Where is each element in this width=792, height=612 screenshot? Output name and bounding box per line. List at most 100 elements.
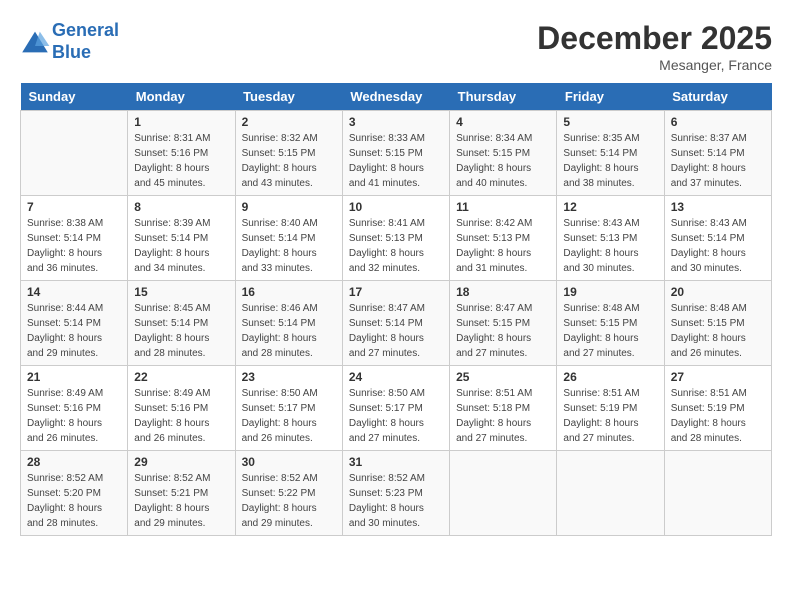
calendar-day-cell: 16 Sunrise: 8:46 AMSunset: 5:14 PMDayligh… [235, 281, 342, 366]
calendar-day-cell: 27Sunrise: 8:51 AMSunset: 5:19 PMDayligh… [664, 366, 771, 451]
calendar-day-cell: 26Sunrise: 8:51 AMSunset: 5:19 PMDayligh… [557, 366, 664, 451]
calendar-day-cell [21, 111, 128, 196]
header: General Blue December 2025 Mesanger, Fra… [20, 20, 772, 73]
day-info: Sunrise: 8:43 AMSunset: 5:13 PMDaylight:… [563, 216, 657, 276]
day-number: 9 [242, 200, 336, 214]
day-info: Sunrise: 8:40 AMSunset: 5:14 PMDaylight:… [242, 216, 336, 276]
calendar-day-cell: 15Sunrise: 8:45 AMSunset: 5:14 PMDayligh… [128, 281, 235, 366]
day-number: 13 [671, 200, 765, 214]
day-number: 28 [27, 455, 121, 469]
day-info: Sunrise: 8:52 AMSunset: 5:22 PMDaylight:… [242, 471, 336, 531]
day-info: Sunrise: 8:47 AMSunset: 5:14 PMDaylight:… [349, 301, 443, 361]
calendar-day-cell: 23 Sunrise: 8:50 AMSunset: 5:17 PMDayligh… [235, 366, 342, 451]
calendar-day-cell [450, 451, 557, 536]
day-number: 12 [563, 200, 657, 214]
day-info: Sunrise: 8:39 AMSunset: 5:14 PMDaylight:… [134, 216, 228, 276]
calendar-day-cell: 12 Sunrise: 8:43 AMSunset: 5:13 PMDayligh… [557, 196, 664, 281]
month-title: December 2025 [537, 20, 772, 57]
day-number: 7 [27, 200, 121, 214]
day-number: 16 [242, 285, 336, 299]
calendar-day-cell: 9 Sunrise: 8:40 AMSunset: 5:14 PMDaylight… [235, 196, 342, 281]
calendar-day-cell: 5 Sunrise: 8:35 AMSunset: 5:14 PMDaylight… [557, 111, 664, 196]
calendar-day-cell: 28 Sunrise: 8:52 AMSunset: 5:20 PMDayligh… [21, 451, 128, 536]
calendar-week-row: 21 Sunrise: 8:49 AMSunset: 5:16 PMDayligh… [21, 366, 772, 451]
day-info: Sunrise: 8:50 AMSunset: 5:17 PMDaylight:… [349, 386, 443, 446]
logo-text: General Blue [52, 20, 119, 63]
day-number: 14 [27, 285, 121, 299]
day-number: 31 [349, 455, 443, 469]
calendar-day-cell [557, 451, 664, 536]
day-number: 20 [671, 285, 765, 299]
day-number: 29 [134, 455, 228, 469]
day-number: 23 [242, 370, 336, 384]
calendar-day-cell: 2Sunrise: 8:32 AMSunset: 5:15 PMDaylight… [235, 111, 342, 196]
day-info: Sunrise: 8:51 AMSunset: 5:19 PMDaylight:… [563, 386, 657, 446]
day-info: Sunrise: 8:44 AMSunset: 5:14 PMDaylight:… [27, 301, 121, 361]
day-number: 30 [242, 455, 336, 469]
day-info: Sunrise: 8:33 AMSunset: 5:15 PMDaylight:… [349, 131, 443, 191]
calendar-day-cell: 10 Sunrise: 8:41 AMSunset: 5:13 PMDayligh… [342, 196, 449, 281]
header-day-thursday: Thursday [450, 83, 557, 111]
calendar-day-cell: 18 Sunrise: 8:47 AMSunset: 5:15 PMDayligh… [450, 281, 557, 366]
calendar-day-cell: 22 Sunrise: 8:49 AMSunset: 5:16 PMDayligh… [128, 366, 235, 451]
calendar-day-cell: 21Sunrise: 8:49 AMSunset: 5:16 PMDayligh… [21, 366, 128, 451]
calendar-week-row: 14 Sunrise: 8:44 AMSunset: 5:14 PMDayligh… [21, 281, 772, 366]
calendar-day-cell: 24Sunrise: 8:50 AMSunset: 5:17 PMDayligh… [342, 366, 449, 451]
day-number: 6 [671, 115, 765, 129]
day-number: 3 [349, 115, 443, 129]
title-area: December 2025 Mesanger, France [537, 20, 772, 73]
day-number: 21 [27, 370, 121, 384]
logo-line2: Blue [52, 42, 91, 62]
calendar-day-cell: 17Sunrise: 8:47 AMSunset: 5:14 PMDayligh… [342, 281, 449, 366]
calendar-day-cell: 29Sunrise: 8:52 AMSunset: 5:21 PMDayligh… [128, 451, 235, 536]
logo-line1: General [52, 20, 119, 40]
day-info: Sunrise: 8:41 AMSunset: 5:13 PMDaylight:… [349, 216, 443, 276]
header-day-wednesday: Wednesday [342, 83, 449, 111]
calendar-week-row: 7 Sunrise: 8:38 AMSunset: 5:14 PMDaylight… [21, 196, 772, 281]
day-number: 22 [134, 370, 228, 384]
day-number: 4 [456, 115, 550, 129]
day-info: Sunrise: 8:52 AMSunset: 5:20 PMDaylight:… [27, 471, 121, 531]
calendar-week-row: 1Sunrise: 8:31 AMSunset: 5:16 PMDaylight… [21, 111, 772, 196]
day-info: Sunrise: 8:47 AMSunset: 5:15 PMDaylight:… [456, 301, 550, 361]
calendar-day-cell: 11 Sunrise: 8:42 AMSunset: 5:13 PMDayligh… [450, 196, 557, 281]
header-day-friday: Friday [557, 83, 664, 111]
calendar-day-cell: 6Sunrise: 8:37 AMSunset: 5:14 PMDaylight… [664, 111, 771, 196]
calendar-week-row: 28 Sunrise: 8:52 AMSunset: 5:20 PMDayligh… [21, 451, 772, 536]
day-info: Sunrise: 8:48 AMSunset: 5:15 PMDaylight:… [563, 301, 657, 361]
calendar-day-cell: 25Sunrise: 8:51 AMSunset: 5:18 PMDayligh… [450, 366, 557, 451]
day-info: Sunrise: 8:32 AMSunset: 5:15 PMDaylight:… [242, 131, 336, 191]
day-info: Sunrise: 8:48 AMSunset: 5:15 PMDaylight:… [671, 301, 765, 361]
calendar-day-cell: 8 Sunrise: 8:39 AMSunset: 5:14 PMDaylight… [128, 196, 235, 281]
day-info: Sunrise: 8:46 AMSunset: 5:14 PMDaylight:… [242, 301, 336, 361]
calendar-day-cell: 20 Sunrise: 8:48 AMSunset: 5:15 PMDayligh… [664, 281, 771, 366]
header-day-tuesday: Tuesday [235, 83, 342, 111]
header-day-monday: Monday [128, 83, 235, 111]
day-number: 8 [134, 200, 228, 214]
header-day-saturday: Saturday [664, 83, 771, 111]
day-info: Sunrise: 8:42 AMSunset: 5:13 PMDaylight:… [456, 216, 550, 276]
day-info: Sunrise: 8:38 AMSunset: 5:14 PMDaylight:… [27, 216, 121, 276]
calendar-table: SundayMondayTuesdayWednesdayThursdayFrid… [20, 83, 772, 536]
day-info: Sunrise: 8:35 AMSunset: 5:14 PMDaylight:… [563, 131, 657, 191]
day-number: 18 [456, 285, 550, 299]
header-day-sunday: Sunday [21, 83, 128, 111]
calendar-day-cell: 14 Sunrise: 8:44 AMSunset: 5:14 PMDayligh… [21, 281, 128, 366]
calendar-day-cell: 7 Sunrise: 8:38 AMSunset: 5:14 PMDaylight… [21, 196, 128, 281]
day-number: 5 [563, 115, 657, 129]
calendar-day-cell: 4Sunrise: 8:34 AMSunset: 5:15 PMDaylight… [450, 111, 557, 196]
day-info: Sunrise: 8:50 AMSunset: 5:17 PMDaylight:… [242, 386, 336, 446]
day-info: Sunrise: 8:52 AMSunset: 5:23 PMDaylight:… [349, 471, 443, 531]
day-number: 10 [349, 200, 443, 214]
logo-icon [20, 30, 50, 54]
calendar-day-cell: 19 Sunrise: 8:48 AMSunset: 5:15 PMDayligh… [557, 281, 664, 366]
day-number: 19 [563, 285, 657, 299]
calendar-body: 1Sunrise: 8:31 AMSunset: 5:16 PMDaylight… [21, 111, 772, 536]
day-number: 27 [671, 370, 765, 384]
calendar-day-cell [664, 451, 771, 536]
day-info: Sunrise: 8:49 AMSunset: 5:16 PMDaylight:… [134, 386, 228, 446]
calendar-header-row: SundayMondayTuesdayWednesdayThursdayFrid… [21, 83, 772, 111]
day-number: 15 [134, 285, 228, 299]
day-number: 11 [456, 200, 550, 214]
calendar-day-cell: 3 Sunrise: 8:33 AMSunset: 5:15 PMDaylight… [342, 111, 449, 196]
